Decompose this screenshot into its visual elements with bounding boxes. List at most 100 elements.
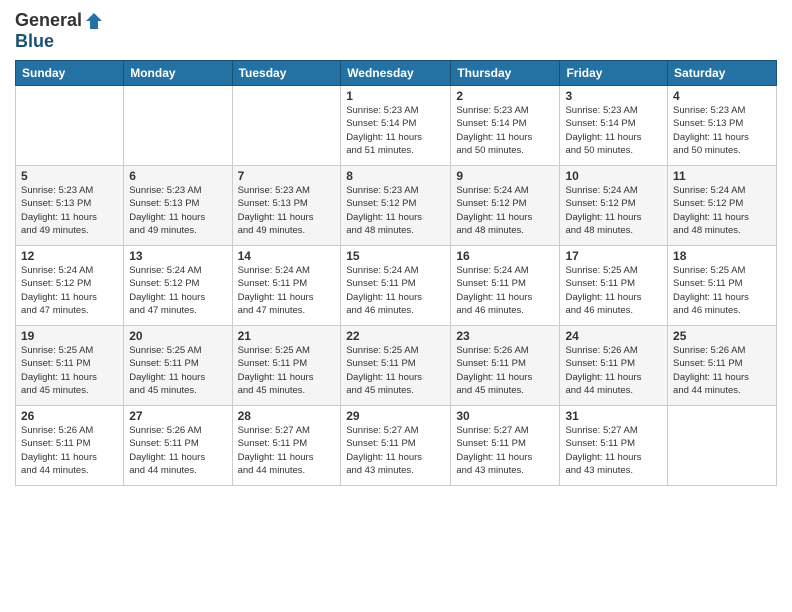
calendar-cell: 4Sunrise: 5:23 AMSunset: 5:13 PMDaylight… [668, 86, 777, 166]
calendar-cell: 15Sunrise: 5:24 AMSunset: 5:11 PMDayligh… [341, 246, 451, 326]
weekday-header-thursday: Thursday [451, 61, 560, 86]
day-info: Sunrise: 5:27 AMSunset: 5:11 PMDaylight:… [238, 424, 336, 477]
logo-icon [84, 11, 104, 31]
day-info: Sunrise: 5:24 AMSunset: 5:12 PMDaylight:… [673, 184, 771, 237]
day-info: Sunrise: 5:24 AMSunset: 5:11 PMDaylight:… [238, 264, 336, 317]
calendar-cell: 23Sunrise: 5:26 AMSunset: 5:11 PMDayligh… [451, 326, 560, 406]
calendar-cell [668, 406, 777, 486]
calendar-cell [232, 86, 341, 166]
day-info: Sunrise: 5:25 AMSunset: 5:11 PMDaylight:… [21, 344, 118, 397]
calendar-cell: 25Sunrise: 5:26 AMSunset: 5:11 PMDayligh… [668, 326, 777, 406]
day-number: 7 [238, 169, 336, 183]
calendar-cell: 12Sunrise: 5:24 AMSunset: 5:12 PMDayligh… [16, 246, 124, 326]
day-info: Sunrise: 5:25 AMSunset: 5:11 PMDaylight:… [346, 344, 445, 397]
calendar-cell: 21Sunrise: 5:25 AMSunset: 5:11 PMDayligh… [232, 326, 341, 406]
day-info: Sunrise: 5:27 AMSunset: 5:11 PMDaylight:… [346, 424, 445, 477]
calendar-cell: 19Sunrise: 5:25 AMSunset: 5:11 PMDayligh… [16, 326, 124, 406]
header: General Blue [15, 10, 777, 52]
day-info: Sunrise: 5:23 AMSunset: 5:13 PMDaylight:… [129, 184, 226, 237]
day-info: Sunrise: 5:24 AMSunset: 5:12 PMDaylight:… [565, 184, 662, 237]
weekday-header-sunday: Sunday [16, 61, 124, 86]
day-info: Sunrise: 5:27 AMSunset: 5:11 PMDaylight:… [565, 424, 662, 477]
day-info: Sunrise: 5:25 AMSunset: 5:11 PMDaylight:… [129, 344, 226, 397]
day-info: Sunrise: 5:23 AMSunset: 5:13 PMDaylight:… [673, 104, 771, 157]
weekday-header-saturday: Saturday [668, 61, 777, 86]
weekday-header-tuesday: Tuesday [232, 61, 341, 86]
logo-blue-text: Blue [15, 31, 54, 52]
day-info: Sunrise: 5:23 AMSunset: 5:12 PMDaylight:… [346, 184, 445, 237]
day-number: 10 [565, 169, 662, 183]
day-number: 20 [129, 329, 226, 343]
day-info: Sunrise: 5:26 AMSunset: 5:11 PMDaylight:… [673, 344, 771, 397]
day-number: 22 [346, 329, 445, 343]
day-number: 9 [456, 169, 554, 183]
weekday-header-monday: Monday [124, 61, 232, 86]
day-number: 16 [456, 249, 554, 263]
calendar-cell: 26Sunrise: 5:26 AMSunset: 5:11 PMDayligh… [16, 406, 124, 486]
day-number: 13 [129, 249, 226, 263]
calendar-cell: 18Sunrise: 5:25 AMSunset: 5:11 PMDayligh… [668, 246, 777, 326]
day-number: 5 [21, 169, 118, 183]
day-number: 27 [129, 409, 226, 423]
calendar-cell: 3Sunrise: 5:23 AMSunset: 5:14 PMDaylight… [560, 86, 668, 166]
weekday-header-wednesday: Wednesday [341, 61, 451, 86]
day-number: 1 [346, 89, 445, 103]
day-info: Sunrise: 5:25 AMSunset: 5:11 PMDaylight:… [673, 264, 771, 317]
day-info: Sunrise: 5:23 AMSunset: 5:13 PMDaylight:… [21, 184, 118, 237]
calendar-cell: 31Sunrise: 5:27 AMSunset: 5:11 PMDayligh… [560, 406, 668, 486]
day-info: Sunrise: 5:26 AMSunset: 5:11 PMDaylight:… [129, 424, 226, 477]
day-number: 29 [346, 409, 445, 423]
day-number: 15 [346, 249, 445, 263]
day-number: 2 [456, 89, 554, 103]
day-number: 23 [456, 329, 554, 343]
calendar-cell: 10Sunrise: 5:24 AMSunset: 5:12 PMDayligh… [560, 166, 668, 246]
day-number: 31 [565, 409, 662, 423]
day-info: Sunrise: 5:24 AMSunset: 5:12 PMDaylight:… [129, 264, 226, 317]
logo-general-text: General [15, 10, 82, 31]
calendar-table: SundayMondayTuesdayWednesdayThursdayFrid… [15, 60, 777, 486]
calendar-cell: 14Sunrise: 5:24 AMSunset: 5:11 PMDayligh… [232, 246, 341, 326]
calendar-cell: 9Sunrise: 5:24 AMSunset: 5:12 PMDaylight… [451, 166, 560, 246]
calendar-cell: 6Sunrise: 5:23 AMSunset: 5:13 PMDaylight… [124, 166, 232, 246]
day-number: 18 [673, 249, 771, 263]
day-info: Sunrise: 5:23 AMSunset: 5:14 PMDaylight:… [346, 104, 445, 157]
day-number: 6 [129, 169, 226, 183]
calendar-cell: 28Sunrise: 5:27 AMSunset: 5:11 PMDayligh… [232, 406, 341, 486]
day-info: Sunrise: 5:26 AMSunset: 5:11 PMDaylight:… [456, 344, 554, 397]
page-container: General Blue SundayMondayTuesdayWednesda… [0, 0, 792, 496]
day-info: Sunrise: 5:24 AMSunset: 5:11 PMDaylight:… [456, 264, 554, 317]
calendar-cell: 27Sunrise: 5:26 AMSunset: 5:11 PMDayligh… [124, 406, 232, 486]
day-number: 17 [565, 249, 662, 263]
week-row-4: 19Sunrise: 5:25 AMSunset: 5:11 PMDayligh… [16, 326, 777, 406]
week-row-2: 5Sunrise: 5:23 AMSunset: 5:13 PMDaylight… [16, 166, 777, 246]
calendar-cell: 13Sunrise: 5:24 AMSunset: 5:12 PMDayligh… [124, 246, 232, 326]
day-info: Sunrise: 5:27 AMSunset: 5:11 PMDaylight:… [456, 424, 554, 477]
day-number: 21 [238, 329, 336, 343]
day-number: 25 [673, 329, 771, 343]
day-info: Sunrise: 5:26 AMSunset: 5:11 PMDaylight:… [21, 424, 118, 477]
calendar-cell: 16Sunrise: 5:24 AMSunset: 5:11 PMDayligh… [451, 246, 560, 326]
calendar-cell [124, 86, 232, 166]
day-number: 26 [21, 409, 118, 423]
day-number: 30 [456, 409, 554, 423]
calendar-cell: 24Sunrise: 5:26 AMSunset: 5:11 PMDayligh… [560, 326, 668, 406]
day-info: Sunrise: 5:23 AMSunset: 5:13 PMDaylight:… [238, 184, 336, 237]
day-info: Sunrise: 5:24 AMSunset: 5:11 PMDaylight:… [346, 264, 445, 317]
day-info: Sunrise: 5:24 AMSunset: 5:12 PMDaylight:… [21, 264, 118, 317]
day-number: 28 [238, 409, 336, 423]
logo: General Blue [15, 10, 104, 52]
weekday-header-friday: Friday [560, 61, 668, 86]
day-number: 19 [21, 329, 118, 343]
day-number: 3 [565, 89, 662, 103]
calendar-cell: 22Sunrise: 5:25 AMSunset: 5:11 PMDayligh… [341, 326, 451, 406]
calendar-cell: 17Sunrise: 5:25 AMSunset: 5:11 PMDayligh… [560, 246, 668, 326]
day-number: 12 [21, 249, 118, 263]
week-row-1: 1Sunrise: 5:23 AMSunset: 5:14 PMDaylight… [16, 86, 777, 166]
day-info: Sunrise: 5:23 AMSunset: 5:14 PMDaylight:… [456, 104, 554, 157]
week-row-3: 12Sunrise: 5:24 AMSunset: 5:12 PMDayligh… [16, 246, 777, 326]
calendar-cell: 2Sunrise: 5:23 AMSunset: 5:14 PMDaylight… [451, 86, 560, 166]
day-info: Sunrise: 5:23 AMSunset: 5:14 PMDaylight:… [565, 104, 662, 157]
calendar-cell: 20Sunrise: 5:25 AMSunset: 5:11 PMDayligh… [124, 326, 232, 406]
calendar-cell: 30Sunrise: 5:27 AMSunset: 5:11 PMDayligh… [451, 406, 560, 486]
calendar-cell: 7Sunrise: 5:23 AMSunset: 5:13 PMDaylight… [232, 166, 341, 246]
